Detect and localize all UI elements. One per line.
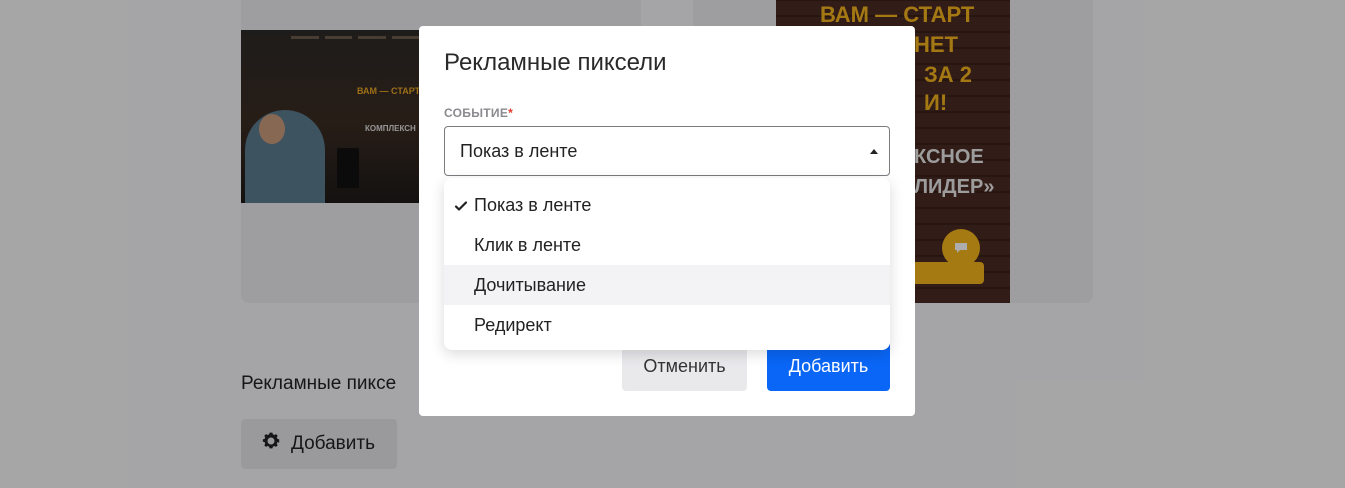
dropdown-option[interactable]: Клик в ленте: [444, 225, 890, 265]
dropdown-option[interactable]: Дочитывание: [444, 265, 890, 305]
event-field-label: СОБЫТИЕ*: [444, 106, 514, 120]
modal-title: Рекламные пиксели: [444, 49, 667, 76]
event-dropdown: Показ в ленте Клик в ленте Дочитывание Р…: [444, 178, 890, 350]
dropdown-option-label: Показ в ленте: [474, 194, 592, 215]
dropdown-option[interactable]: Редирект: [444, 305, 890, 345]
event-select[interactable]: Показ в ленте: [444, 126, 890, 176]
dropdown-option-label: Дочитывание: [474, 274, 586, 295]
required-mark: *: [508, 106, 514, 120]
event-select-value: Показ в ленте: [460, 140, 578, 161]
dropdown-option[interactable]: Показ в ленте: [444, 185, 890, 225]
caret-up-icon: [870, 149, 878, 154]
dropdown-option-label: Редирект: [474, 314, 552, 335]
check-icon: [454, 197, 468, 211]
dropdown-option-label: Клик в ленте: [474, 234, 581, 255]
